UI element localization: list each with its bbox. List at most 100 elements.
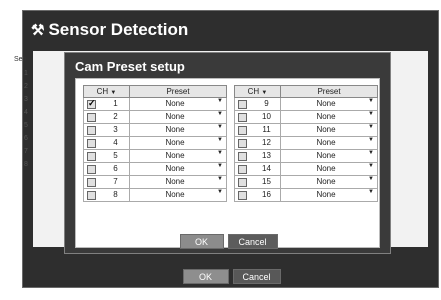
background-row-number: 4 <box>24 109 28 116</box>
preset-dropdown[interactable]: None ▼ <box>129 97 227 111</box>
preset-value: None <box>316 177 336 186</box>
channel-number: 16 <box>262 190 271 199</box>
channel-number: 3 <box>113 125 118 134</box>
preset-dropdown[interactable]: None ▼ <box>129 136 227 150</box>
chevron-down-icon: ▼ <box>368 163 374 169</box>
channel-checkbox[interactable] <box>238 100 247 109</box>
channel-checkbox[interactable] <box>87 126 96 135</box>
preset-row: 12 None ▼ <box>234 136 378 150</box>
preset-row: 8 None ▼ <box>83 188 227 202</box>
preset-value: None <box>316 99 336 108</box>
preset-row: 4 None ▼ <box>83 136 227 150</box>
dialog-ok-button[interactable]: OK <box>179 234 224 249</box>
preset-value: None <box>165 190 185 199</box>
channel-checkbox[interactable] <box>238 165 247 174</box>
chevron-down-icon: ▼ <box>217 163 223 169</box>
preset-dropdown[interactable]: None ▼ <box>129 162 227 176</box>
chevron-down-icon: ▼ <box>368 150 374 156</box>
channel-number: 7 <box>113 177 118 186</box>
chevron-down-icon: ▼ <box>217 124 223 130</box>
dialog-buttons: OK Cancel <box>65 234 392 249</box>
channel-cell: 1 <box>83 97 130 111</box>
channel-number: 2 <box>113 112 118 121</box>
preset-dropdown[interactable]: None ▼ <box>280 97 378 111</box>
preset-dropdown[interactable]: None ▼ <box>129 175 227 189</box>
preset-value: None <box>165 164 185 173</box>
channel-checkbox[interactable] <box>238 178 247 187</box>
channel-checkbox[interactable] <box>238 152 247 161</box>
preset-column-header: Preset <box>280 85 378 98</box>
window-buttons: OK Cancel <box>23 269 440 284</box>
channel-number: 14 <box>262 164 271 173</box>
channel-cell: 10 <box>234 110 281 124</box>
preset-dropdown[interactable]: None ▼ <box>280 149 378 163</box>
channel-checkbox[interactable] <box>87 178 96 187</box>
channel-cell: 2 <box>83 110 130 124</box>
ch-column-header[interactable]: CH ▼ <box>83 85 130 98</box>
channel-cell: 4 <box>83 136 130 150</box>
background-header: Sen <box>14 56 27 63</box>
preset-dropdown[interactable]: None ▼ <box>129 149 227 163</box>
background-row-number: 1 <box>24 70 28 77</box>
preset-value: None <box>165 125 185 134</box>
preset-dropdown[interactable]: None ▼ <box>129 123 227 137</box>
channel-checkbox[interactable] <box>87 165 96 174</box>
dialog-body: CH ▼ Preset 1 None ▼ 2 None ▼ 3 None ▼ 4 None ▼ 5 Non… <box>75 78 380 248</box>
preset-row: 3 None ▼ <box>83 123 227 137</box>
channel-checkbox[interactable] <box>238 113 247 122</box>
preset-dropdown[interactable]: None ▼ <box>280 188 378 202</box>
dialog-cancel-button[interactable]: Cancel <box>227 234 278 249</box>
channel-number: 8 <box>113 190 118 199</box>
preset-dropdown[interactable]: None ▼ <box>280 162 378 176</box>
channel-cell: 9 <box>234 97 281 111</box>
background-row-number: 2 <box>24 83 28 90</box>
chevron-down-icon: ▼ <box>368 137 374 143</box>
channel-cell: 16 <box>234 188 281 202</box>
background-row-number: 8 <box>24 161 28 168</box>
preset-value: None <box>165 112 185 121</box>
preset-row: 10 None ▼ <box>234 110 378 124</box>
background-row-number: 7 <box>24 148 28 155</box>
channel-number: 6 <box>113 164 118 173</box>
preset-value: None <box>316 151 336 160</box>
chevron-down-icon: ▼ <box>261 90 268 96</box>
channel-checkbox[interactable] <box>87 113 96 122</box>
channel-cell: 8 <box>83 188 130 202</box>
preset-value: None <box>165 99 185 108</box>
channel-checkbox[interactable] <box>238 139 247 148</box>
channel-checkbox[interactable] <box>87 152 96 161</box>
background-row-number: 6 <box>24 135 28 142</box>
preset-dropdown[interactable]: None ▼ <box>280 123 378 137</box>
chevron-down-icon: ▼ <box>217 150 223 156</box>
channel-number: 10 <box>262 112 271 121</box>
channel-checkbox[interactable] <box>238 126 247 135</box>
channel-checkbox[interactable] <box>87 191 96 200</box>
channel-checkbox[interactable] <box>87 139 96 148</box>
preset-table-left: CH ▼ Preset 1 None ▼ 2 None ▼ 3 None ▼ 4 None ▼ 5 Non… <box>83 85 227 202</box>
screen: ⚒ Sensor Detection OK Cancel Sen 1234567… <box>0 0 441 300</box>
chevron-down-icon: ▼ <box>217 98 223 104</box>
preset-dropdown[interactable]: None ▼ <box>129 110 227 124</box>
channel-cell: 5 <box>83 149 130 163</box>
channel-checkbox[interactable] <box>87 98 96 109</box>
preset-dropdown[interactable]: None ▼ <box>280 110 378 124</box>
channel-cell: 3 <box>83 123 130 137</box>
cancel-button[interactable]: Cancel <box>232 269 281 284</box>
ok-button[interactable]: OK <box>182 269 229 284</box>
window-title: ⚒ Sensor Detection <box>31 20 188 40</box>
preset-row: 11 None ▼ <box>234 123 378 137</box>
ch-column-header[interactable]: CH ▼ <box>234 85 281 98</box>
preset-dropdown[interactable]: None ▼ <box>280 175 378 189</box>
channel-checkbox[interactable] <box>238 191 247 200</box>
preset-row: 13 None ▼ <box>234 149 378 163</box>
preset-row: 5 None ▼ <box>83 149 227 163</box>
channel-number: 1 <box>113 99 118 108</box>
preset-dropdown[interactable]: None ▼ <box>280 136 378 150</box>
preset-value: None <box>316 125 336 134</box>
preset-row: 7 None ▼ <box>83 175 227 189</box>
preset-row: 14 None ▼ <box>234 162 378 176</box>
preset-value: None <box>316 164 336 173</box>
preset-dropdown[interactable]: None ▼ <box>129 188 227 202</box>
chevron-down-icon: ▼ <box>217 137 223 143</box>
chevron-down-icon: ▼ <box>217 176 223 182</box>
